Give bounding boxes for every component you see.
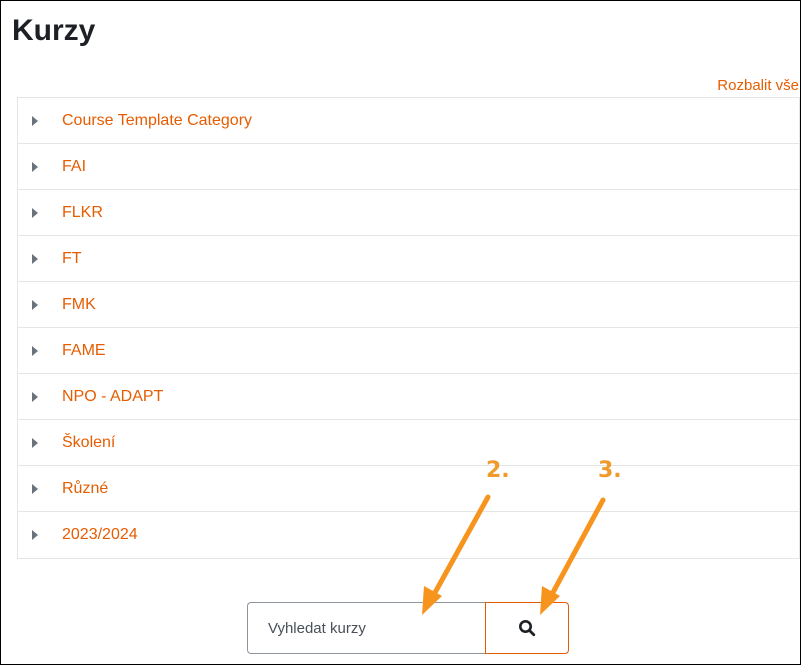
annotation-label-2: 2. [486, 458, 510, 483]
search-input[interactable] [247, 602, 485, 654]
category-label[interactable]: Školení [62, 434, 115, 452]
caret-right-icon[interactable] [32, 161, 38, 172]
caret-right-icon[interactable] [32, 207, 38, 218]
category-label[interactable]: Course Template Category [62, 112, 252, 130]
category-row-course-template-category[interactable]: Course Template Category [18, 98, 799, 144]
category-row-npo-adapt[interactable]: NPO - ADAPT [18, 374, 799, 420]
course-search [247, 602, 569, 654]
caret-right-icon[interactable] [32, 345, 38, 356]
category-label[interactable]: NPO - ADAPT [62, 388, 163, 406]
category-row-ruzne[interactable]: Různé [18, 466, 799, 512]
category-row-fai[interactable]: FAI [18, 144, 799, 190]
caret-right-icon[interactable] [32, 530, 38, 540]
category-label[interactable]: FT [62, 250, 82, 268]
caret-right-icon[interactable] [32, 483, 38, 494]
category-list: Course Template Category FAI FLKR FT FMK… [17, 97, 800, 559]
caret-right-icon[interactable] [32, 253, 38, 264]
caret-right-icon[interactable] [32, 437, 38, 448]
category-label[interactable]: FMK [62, 296, 96, 314]
page-title: Kurzy [12, 14, 96, 47]
caret-right-icon[interactable] [32, 299, 38, 310]
category-label[interactable]: FLKR [62, 204, 103, 222]
caret-right-icon[interactable] [32, 391, 38, 402]
search-button[interactable] [485, 602, 569, 654]
category-row-2023-2024[interactable]: 2023/2024 [18, 512, 799, 558]
category-row-fmk[interactable]: FMK [18, 282, 799, 328]
search-icon [519, 620, 536, 637]
caret-right-icon[interactable] [32, 115, 38, 126]
category-row-fame[interactable]: FAME [18, 328, 799, 374]
annotation-label-3: 3. [598, 458, 622, 483]
expand-all-link[interactable]: Rozbalit vše [717, 77, 799, 94]
category-label[interactable]: Různé [62, 480, 108, 498]
category-label[interactable]: FAME [62, 342, 106, 360]
category-label[interactable]: FAI [62, 158, 86, 176]
category-row-flkr[interactable]: FLKR [18, 190, 799, 236]
category-row-skoleni[interactable]: Školení [18, 420, 799, 466]
category-label[interactable]: 2023/2024 [62, 526, 138, 544]
category-row-ft[interactable]: FT [18, 236, 799, 282]
